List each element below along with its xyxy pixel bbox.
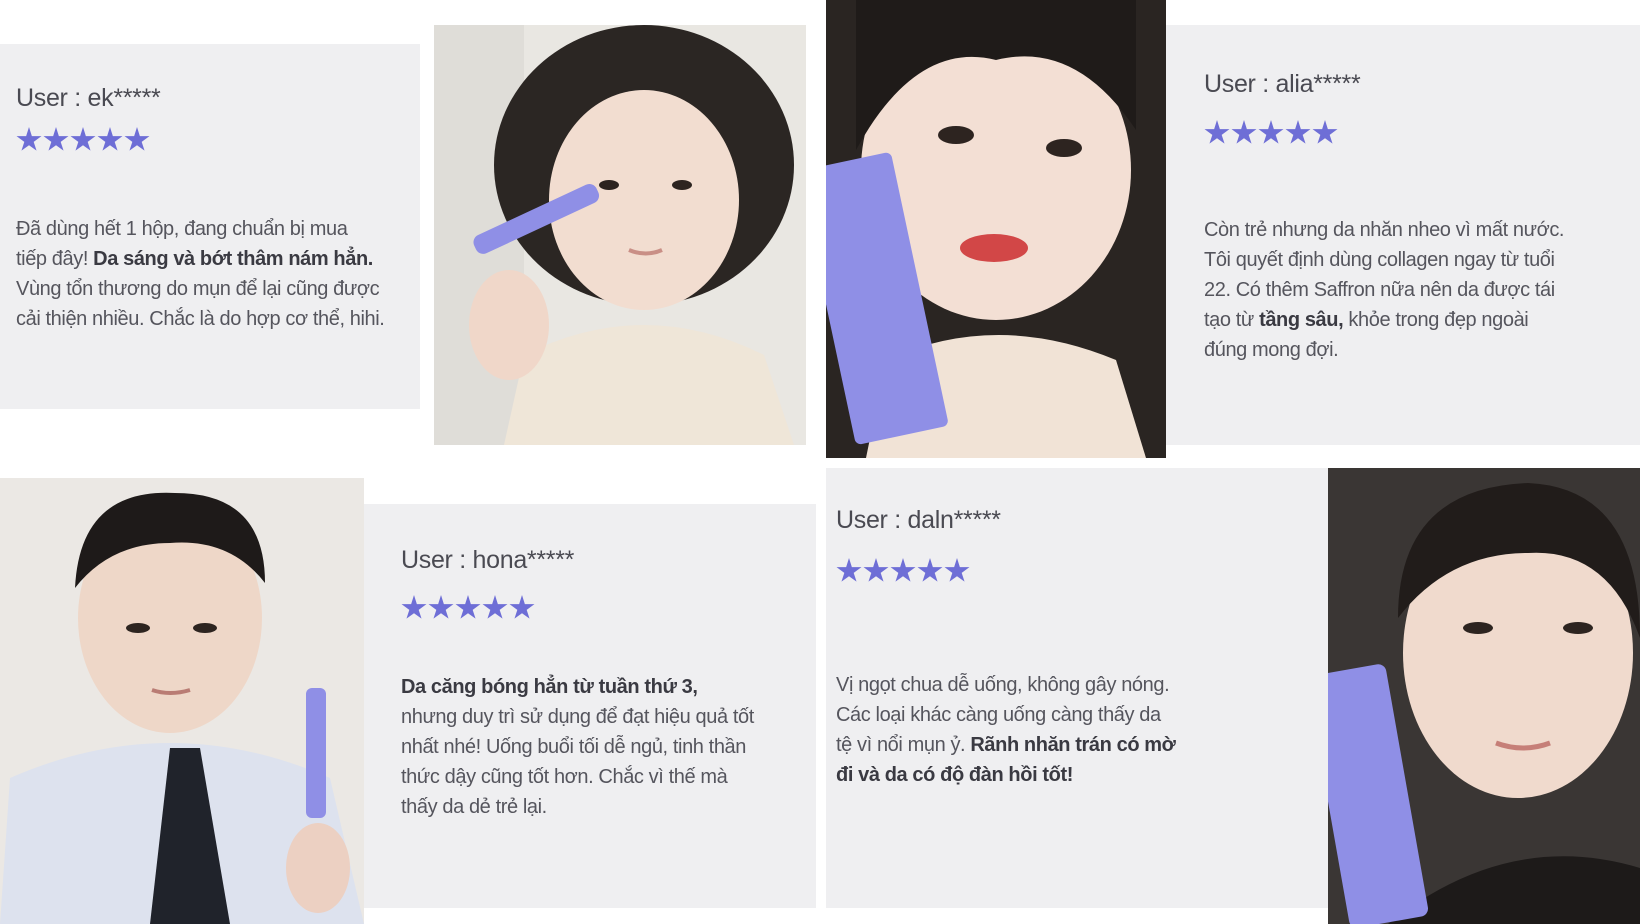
review-text: Da căng bóng hẳn từ tuần thứ 3, nhưng du… — [401, 672, 754, 822]
star-icon — [16, 127, 42, 151]
star-icon — [944, 558, 970, 582]
star-icon — [836, 558, 862, 582]
review-line: Da căng bóng hẳn từ tuần thứ 3, — [401, 676, 698, 698]
star-icon — [1204, 120, 1230, 144]
review-line: cải thiện nhiều. Chắc là do hợp cơ thể, … — [16, 308, 385, 330]
review-card-1: User : ek***** Đã dùng hết 1 hộp, đang c… — [0, 44, 420, 409]
review-line: Vùng tổn thương do mụn để lại cũng được — [16, 278, 380, 300]
customer-photo — [434, 25, 806, 445]
star-icon — [1285, 120, 1311, 144]
review-card-4: User : daln***** Vị ngọt chua dễ uống, k… — [826, 468, 1328, 908]
star-icon — [482, 595, 508, 619]
review-line: nhất nhé! Uống buổi tối dễ ngủ, tinh thầ… — [401, 736, 746, 758]
review-line: đúng mong đợi. — [1204, 339, 1339, 361]
review-line: tiếp đây! Da sáng và bớt thâm nám hẳn. — [16, 248, 373, 270]
review-line: đi và da có độ đàn hồi tốt! — [836, 764, 1073, 786]
star-icon — [1312, 120, 1338, 144]
star-icon — [1258, 120, 1284, 144]
review-line: Vị ngọt chua dễ uống, không gây nóng. — [836, 674, 1170, 696]
review-card-3: User : hona***** Da căng bóng hẳn từ tuầ… — [364, 504, 816, 908]
star-icon — [97, 127, 123, 151]
star-rating — [836, 558, 970, 584]
star-rating — [1204, 120, 1338, 146]
review-line: Các loại khác càng uống càng thấy da — [836, 704, 1161, 726]
star-icon — [124, 127, 150, 151]
review-line: thấy da dẻ trẻ lại. — [401, 796, 547, 818]
review-user: User : alia***** — [1204, 70, 1361, 98]
star-icon — [455, 595, 481, 619]
review-text: Đã dùng hết 1 hộp, đang chuẩn bị mua tiế… — [16, 214, 385, 334]
star-icon — [428, 595, 454, 619]
star-icon — [863, 558, 889, 582]
review-card-2: User : alia***** Còn trẻ nhưng da nhăn n… — [1166, 25, 1640, 445]
review-text: Vị ngọt chua dễ uống, không gây nóng. Cá… — [836, 670, 1176, 790]
star-icon — [43, 127, 69, 151]
review-user: User : ek***** — [16, 84, 161, 112]
review-user: User : daln***** — [836, 506, 1001, 534]
customer-photo — [0, 478, 364, 924]
review-line: nhưng duy trì sử dụng để đạt hiệu quả tố… — [401, 706, 754, 728]
review-line: Đã dùng hết 1 hộp, đang chuẩn bị mua — [16, 218, 348, 240]
review-line: tệ vì nổi mụn ỷ. Rãnh nhăn trán có mờ — [836, 734, 1176, 756]
star-icon — [917, 558, 943, 582]
star-icon — [70, 127, 96, 151]
star-icon — [509, 595, 535, 619]
review-line: Tôi quyết định dùng collagen ngay từ tuổ… — [1204, 249, 1555, 271]
review-text: Còn trẻ nhưng da nhăn nheo vì mất nước. … — [1204, 215, 1564, 365]
review-line: thức dậy cũng tốt hơn. Chắc vì thế mà — [401, 766, 728, 788]
star-icon — [1231, 120, 1257, 144]
star-icon — [890, 558, 916, 582]
review-line: 22. Có thêm Saffron nữa nên da được tái — [1204, 279, 1555, 301]
customer-photo — [1328, 468, 1640, 924]
star-rating — [401, 595, 535, 621]
review-user: User : hona***** — [401, 546, 575, 574]
star-rating — [16, 127, 150, 153]
customer-photo — [826, 0, 1166, 458]
review-line: Còn trẻ nhưng da nhăn nheo vì mất nước. — [1204, 219, 1565, 241]
review-line: tạo từ tầng sâu, khỏe trong đẹp ngoài — [1204, 309, 1529, 331]
star-icon — [401, 595, 427, 619]
